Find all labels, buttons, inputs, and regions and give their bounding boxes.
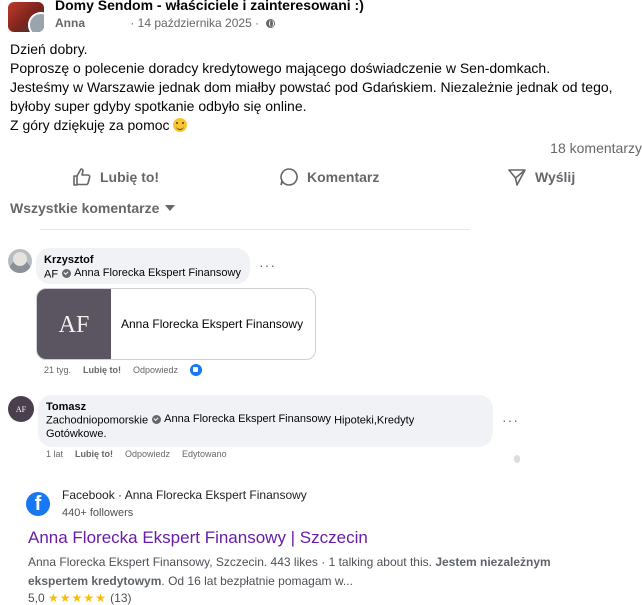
comment-text: AF Anna Florecka Ekspert Finansowy [44, 267, 241, 281]
post-line: Dzień dobry. [10, 41, 88, 57]
card-title: Anna Florecka Ekspert Finansowy [121, 317, 304, 331]
snippet-text: Anna Florecka Ekspert Finansowy, Szczeci… [28, 555, 436, 569]
result-snippet: Anna Florecka Ekspert Finansowy, Szczeci… [28, 553, 588, 591]
result-followers: 440+ followers [62, 507, 134, 519]
share-label: Wyślij [535, 169, 576, 185]
post-body: Dzień dobry. Poproszę o polecenie doradc… [10, 40, 640, 135]
comment-reply-link[interactable]: Odpowiedz [133, 365, 178, 375]
rating-count: (13) [110, 591, 132, 605]
comment-time[interactable]: 21 tyg. [44, 365, 71, 375]
comment-prefix: AF [44, 268, 59, 281]
post-author[interactable]: Anna [55, 16, 85, 30]
like-label: Lubię to! [100, 169, 160, 185]
comment-reply-link[interactable]: Odpowiedz [125, 449, 170, 459]
rating-value: 5,0 [28, 591, 45, 605]
edited-label: Edytowano [182, 449, 227, 459]
comment-bubble: Tomasz Zachodniopomorskie Anna Florecka E… [38, 395, 493, 447]
share-button[interactable]: Wyślij [507, 164, 575, 190]
post-line-text: Z góry dziękuję za pomoc [10, 117, 170, 133]
caret-down-icon [165, 205, 176, 211]
share-icon [508, 169, 526, 186]
rating-stars: ★★★★★ [48, 591, 107, 605]
mention-link[interactable]: Anna Florecka Ekspert Finansowy [74, 267, 241, 279]
group-avatar[interactable] [8, 2, 44, 32]
comment-like-link[interactable]: Lubię to! [75, 449, 113, 459]
comment-prefix: Zachodniopomorskie [46, 414, 149, 427]
group-name[interactable]: Domy Sendom - właściciele i zainteresowa… [55, 0, 364, 13]
comments-count[interactable]: 18 komentarzy [550, 140, 642, 156]
snippet-end: . Od 16 lat bezpłatnie pomagam w... [161, 574, 353, 588]
post-line: byłoby super gdyby spotkanie odbyło się … [10, 98, 307, 114]
comments-sort-dropdown[interactable]: Wszystkie komentarze [10, 200, 176, 216]
result-title-link[interactable]: Anna Florecka Ekspert Finansowy | Szczec… [28, 528, 368, 548]
comment-text: Zachodniopomorskie Anna Florecka Ekspert … [46, 413, 414, 427]
comment-rest: Hipoteki,Kredyty [334, 414, 415, 427]
snippet-bold: ekspertem kredytowym [28, 574, 162, 588]
more-options-icon[interactable]: ··· [502, 412, 519, 428]
comment-meta: 1 lat Lubię to! Odpowiedz Edytowano [46, 449, 227, 459]
scrollbar-thumb[interactable] [514, 455, 520, 463]
card-logo: AF [37, 289, 111, 359]
comment-text-line2: Gotówkowe. [46, 428, 107, 440]
comment-meta: 21 tyg. Lubię to! Odpowiedz [44, 364, 203, 376]
comment-author[interactable]: Tomasz [46, 401, 86, 413]
comment-author[interactable]: Krzysztof [44, 254, 94, 266]
comment-icon [280, 168, 298, 186]
comment-like-link[interactable]: Lubię to! [83, 365, 121, 375]
mention-link[interactable]: Anna Florecka Ekspert Finansowy [164, 413, 331, 425]
result-rating: 5,0 ★★★★★ (13) [28, 591, 132, 605]
like-button[interactable]: Lubię to! [72, 164, 159, 190]
link-preview-card[interactable]: AF Anna Florecka Ekspert Finansowy [36, 288, 316, 360]
comment-bubble: Krzysztof AF Anna Florecka Ekspert Finans… [36, 248, 250, 284]
snippet-bold: Jestem niezależnym [435, 555, 551, 569]
comment-label: Komentarz [307, 169, 380, 185]
like-reaction-icon [190, 364, 203, 376]
avatar-initials: AF [15, 404, 27, 414]
divider [40, 229, 470, 230]
thumbs-up-icon [73, 168, 91, 186]
check-badge-icon [62, 268, 72, 278]
comment-time[interactable]: 1 lat [46, 449, 63, 459]
smile-emoji-icon [173, 118, 188, 132]
avatar[interactable]: AF [8, 396, 34, 422]
post-meta: Anna · 14 października 2025 · [55, 16, 276, 30]
check-badge-icon [152, 414, 162, 424]
comment-button[interactable]: Komentarz [279, 164, 379, 190]
post-line: Poproszę o polecenie doradcy kredytowego… [10, 60, 551, 76]
avatar[interactable] [8, 249, 32, 273]
sort-label: Wszystkie komentarze [10, 200, 160, 216]
author-avatar[interactable] [28, 12, 44, 32]
globe-icon [266, 19, 276, 28]
card-logo-text: AF [58, 311, 90, 338]
facebook-icon: f [26, 492, 50, 516]
result-site[interactable]: Facebook · Anna Florecka Ekspert Finanso… [62, 488, 307, 502]
post-date[interactable]: · 14 października 2025 · [130, 16, 259, 30]
more-options-icon[interactable]: ··· [259, 257, 276, 273]
post-line: Jesteśmy w Warszawie jednak dom miałby p… [10, 79, 613, 95]
post-line-last: Z góry dziękuję za pomoc [10, 116, 640, 135]
